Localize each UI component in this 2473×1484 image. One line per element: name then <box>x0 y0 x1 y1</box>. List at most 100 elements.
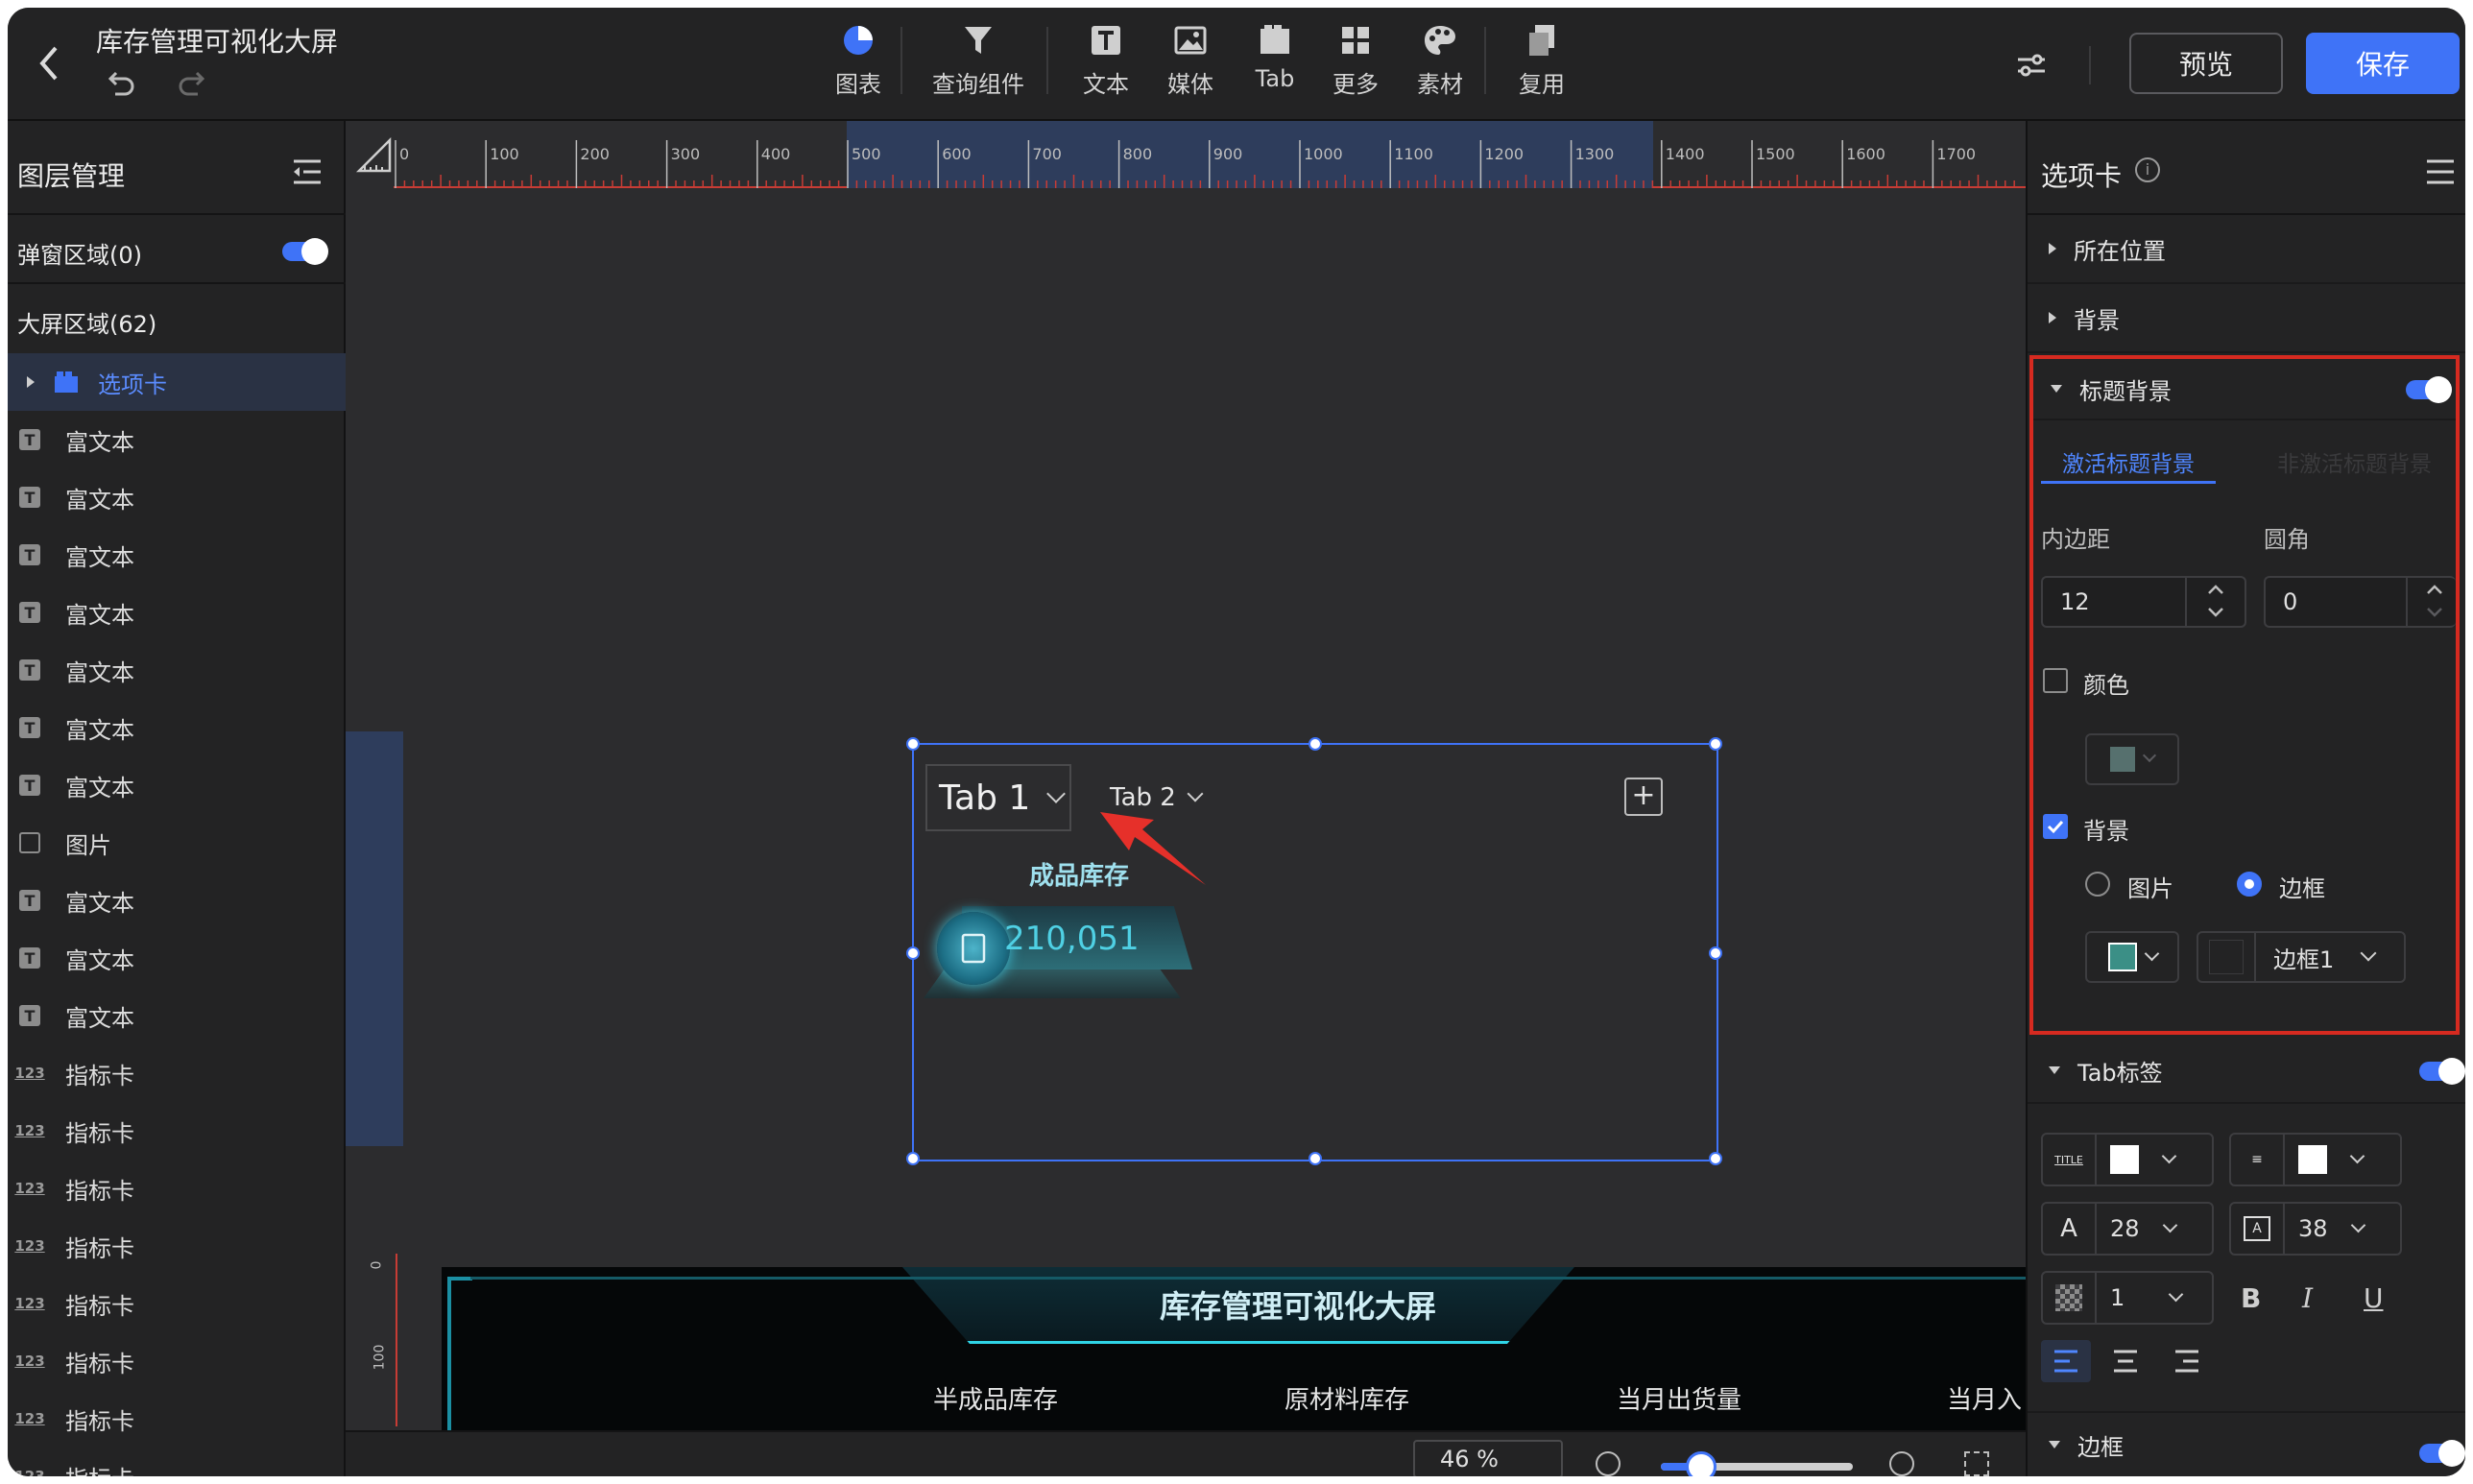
zoom-slider-thumb[interactable] <box>1686 1451 1717 1476</box>
font-size-select-1[interactable]: A 28 <box>2041 1202 2214 1256</box>
bold-icon[interactable]: B <box>2241 1282 2261 1314</box>
layer-item[interactable]: 123 指标卡 <box>8 1448 346 1477</box>
layer-item[interactable]: T 富文本 <box>8 987 346 1044</box>
section-border[interactable]: 边框 <box>2028 1411 2465 1476</box>
radius-input[interactable]: 0 <box>2264 576 2456 628</box>
layer-item[interactable]: 123 指标卡 <box>8 1217 346 1275</box>
toolbar-text[interactable]: 文本 <box>1071 21 1140 99</box>
title-bg-toggle[interactable] <box>2406 376 2452 403</box>
resize-handle[interactable] <box>906 946 920 960</box>
layer-item[interactable]: 123 指标卡 <box>8 1390 346 1448</box>
layer-item[interactable]: T 富文本 <box>8 699 346 756</box>
underline-icon[interactable]: U <box>2364 1282 2384 1314</box>
layer-item[interactable]: 123 指标卡 <box>8 1332 346 1390</box>
zoom-in-icon[interactable] <box>1889 1451 1914 1476</box>
layer-item[interactable]: T 富文本 <box>8 468 346 526</box>
toolbar-material[interactable]: 素材 <box>1405 21 1475 99</box>
layer-item[interactable]: 123 指标卡 <box>8 1160 346 1217</box>
layer-item-label: 指标卡 <box>65 1119 134 1147</box>
ruler-corner-icon[interactable] <box>355 136 394 175</box>
collapse-panel-icon[interactable] <box>292 157 323 186</box>
title-style-select-2[interactable]: ≡ <box>2229 1133 2402 1186</box>
fit-screen-icon[interactable] <box>1964 1451 1989 1476</box>
toolbar-reuse[interactable]: 复用 <box>1507 21 1576 99</box>
panel-divider <box>8 282 346 284</box>
screen-preview[interactable]: 库存管理可视化大屏 半成品库存 原材料库存 当月出货量 当月入 <box>442 1267 2026 1430</box>
layer-item[interactable]: 123 指标卡 <box>8 1102 346 1160</box>
redo-icon[interactable] <box>177 67 209 100</box>
screen-area-label: 大屏区域(62) <box>17 311 157 338</box>
layer-item[interactable]: T 富文本 <box>8 411 346 468</box>
section-title-bg[interactable]: 标题背景 <box>2033 359 2456 420</box>
layer-item[interactable]: T 富文本 <box>8 756 346 814</box>
undo-icon[interactable] <box>104 67 136 100</box>
bg-checkbox[interactable] <box>2043 814 2068 839</box>
layer-item[interactable]: T 富文本 <box>8 641 346 699</box>
color-checkbox[interactable] <box>2043 668 2068 693</box>
preview-button[interactable]: 预览 <box>2129 33 2283 94</box>
font-size-select-2[interactable]: A 38 <box>2229 1202 2402 1256</box>
zoom-out-icon[interactable] <box>1596 1451 1621 1476</box>
section-position[interactable]: 所在位置 <box>2028 215 2465 284</box>
toolbar-more[interactable]: 更多 <box>1321 21 1390 99</box>
toolbar-chart[interactable]: 图表 <box>824 21 893 99</box>
tab-component[interactable]: Tab 1 Tab 2 + 成品库存 210,051 <box>906 737 1722 1165</box>
section-background[interactable]: 背景 <box>2028 284 2465 353</box>
resize-handle[interactable] <box>906 737 920 751</box>
chevron-up-icon[interactable] <box>2206 584 2225 595</box>
tab-label-toggle[interactable] <box>2419 1058 2465 1085</box>
resize-handle[interactable] <box>1709 946 1722 960</box>
align-right-icon[interactable] <box>2162 1340 2212 1382</box>
resize-handle[interactable] <box>1709 737 1722 751</box>
align-center-icon[interactable] <box>2101 1340 2150 1382</box>
toolbar-tab[interactable]: Tab <box>1240 21 1309 92</box>
tab-active-bg[interactable]: 激活标题背景 <box>2041 445 2216 484</box>
section-tab-label[interactable]: Tab标签 <box>2028 1039 2465 1104</box>
chevron-down-icon[interactable] <box>2206 607 2225 618</box>
stepper[interactable] <box>2185 578 2245 626</box>
tab-inactive-bg[interactable]: 非激活标题背景 <box>2277 445 2460 484</box>
radio-image[interactable] <box>2085 872 2110 897</box>
layer-item[interactable]: T 富文本 <box>8 872 346 929</box>
resize-handle[interactable] <box>1709 1152 1722 1165</box>
radio-border[interactable] <box>2237 872 2262 897</box>
layer-item-selected[interactable]: 选项卡 <box>8 353 346 411</box>
caret-down-icon <box>2049 1066 2060 1074</box>
resize-handle[interactable] <box>1309 737 1322 751</box>
popup-area-toggle[interactable] <box>282 238 328 265</box>
back-icon[interactable] <box>36 44 63 83</box>
resize-handle[interactable] <box>906 1152 920 1165</box>
border-toggle[interactable] <box>2419 1440 2465 1467</box>
stepper[interactable] <box>2406 578 2456 626</box>
layer-item[interactable]: T 富文本 <box>8 584 346 641</box>
add-tab-button[interactable]: + <box>1624 778 1663 816</box>
zoom-slider[interactable] <box>1661 1451 1853 1476</box>
zoom-value-field[interactable]: 46 % <box>1413 1440 1563 1476</box>
chevron-up-icon[interactable] <box>2425 584 2444 595</box>
padding-input[interactable]: 12 <box>2041 576 2246 628</box>
resize-handle[interactable] <box>1309 1152 1322 1165</box>
toolbar-query[interactable]: 查询组件 <box>925 21 1031 99</box>
border-style-select[interactable]: 边框1 <box>2197 931 2406 983</box>
layer-item-label: 图片 <box>65 831 111 859</box>
layer-item[interactable]: 图片 <box>8 814 346 872</box>
opacity-select[interactable]: 1 <box>2041 1271 2214 1325</box>
settings-sliders-icon[interactable] <box>2012 46 2051 84</box>
color-picker-disabled[interactable] <box>2085 733 2179 785</box>
indicator-card[interactable]: 成品库存 210,051 <box>924 856 1192 1010</box>
align-left-icon[interactable] <box>2041 1340 2091 1382</box>
tab-1[interactable]: Tab 1 <box>925 764 1071 831</box>
italic-icon[interactable]: I <box>2302 1282 2313 1314</box>
radio-border-label: 边框 <box>2279 875 2325 902</box>
toolbar-media[interactable]: 媒体 <box>1156 21 1225 99</box>
layer-item[interactable]: 123 指标卡 <box>8 1044 346 1102</box>
chevron-down-icon[interactable] <box>2425 607 2444 618</box>
layer-item[interactable]: 123 指标卡 <box>8 1275 346 1332</box>
layer-item[interactable]: T 富文本 <box>8 929 346 987</box>
title-style-select-1[interactable]: TITLE <box>2041 1133 2214 1186</box>
props-menu-icon[interactable] <box>2425 157 2456 186</box>
save-button[interactable]: 保存 <box>2306 33 2460 94</box>
layer-item[interactable]: T 富文本 <box>8 526 346 584</box>
info-icon[interactable]: i <box>2135 157 2160 182</box>
bg-color-picker[interactable] <box>2085 931 2179 983</box>
